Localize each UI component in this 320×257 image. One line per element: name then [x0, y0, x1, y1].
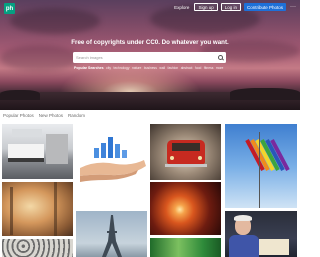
- photo-tile[interactable]: [76, 211, 147, 257]
- tab-popular[interactable]: Popular Photos: [3, 113, 34, 118]
- search-bar[interactable]: Search images: [73, 52, 226, 63]
- top-nav: Explore Sign up Log in Contribute Photos…: [174, 3, 297, 11]
- photo-tile[interactable]: [2, 124, 73, 179]
- photo-tile[interactable]: [150, 182, 221, 235]
- tag-link[interactable]: technology: [114, 66, 130, 70]
- popular-searches: Popular Searches city technology nature …: [74, 66, 223, 70]
- tag-link[interactable]: fitness: [204, 66, 214, 70]
- search-input[interactable]: Search images: [76, 55, 103, 60]
- tag-link[interactable]: business: [144, 66, 157, 70]
- tag-link[interactable]: wall: [159, 66, 165, 70]
- tag-link[interactable]: abstract: [181, 66, 193, 70]
- search-icon[interactable]: [218, 55, 223, 60]
- contribute-button[interactable]: Contribute Photos: [243, 3, 286, 11]
- tag-link[interactable]: fashion: [168, 66, 179, 70]
- photo-tile[interactable]: [225, 211, 297, 257]
- photo-tile[interactable]: [76, 196, 147, 209]
- eiffel-image: [102, 215, 122, 257]
- tag-link[interactable]: nature: [132, 66, 141, 70]
- hero-banner: ph Explore Sign up Log in Contribute Pho…: [0, 0, 300, 110]
- signup-button[interactable]: Sign up: [194, 3, 218, 11]
- tab-random[interactable]: Random: [68, 113, 85, 118]
- photo-tile[interactable]: [2, 182, 73, 236]
- photo-tile[interactable]: [76, 124, 147, 192]
- tab-new[interactable]: New Photos: [39, 113, 63, 118]
- photo-tile[interactable]: [225, 124, 297, 208]
- photo-tile[interactable]: [2, 239, 73, 257]
- hero-headline: Free of copyrights under CC0. Do whateve…: [71, 39, 229, 46]
- tag-link[interactable]: more: [216, 66, 224, 70]
- photo-tile[interactable]: [150, 238, 221, 257]
- popular-searches-label: Popular Searches: [74, 66, 104, 70]
- page: ph Explore Sign up Log in Contribute Pho…: [0, 0, 300, 257]
- logo[interactable]: ph: [4, 3, 15, 14]
- hand-chart-image: [80, 137, 146, 182]
- tag-link[interactable]: food: [195, 66, 201, 70]
- tag-link[interactable]: city: [106, 66, 111, 70]
- photo-tabs: Popular Photos New Photos Random: [3, 113, 85, 118]
- explore-link[interactable]: Explore: [174, 5, 189, 10]
- photo-tile[interactable]: [150, 124, 221, 180]
- login-button[interactable]: Log in: [220, 3, 241, 11]
- more-icon[interactable]: ···: [289, 3, 297, 11]
